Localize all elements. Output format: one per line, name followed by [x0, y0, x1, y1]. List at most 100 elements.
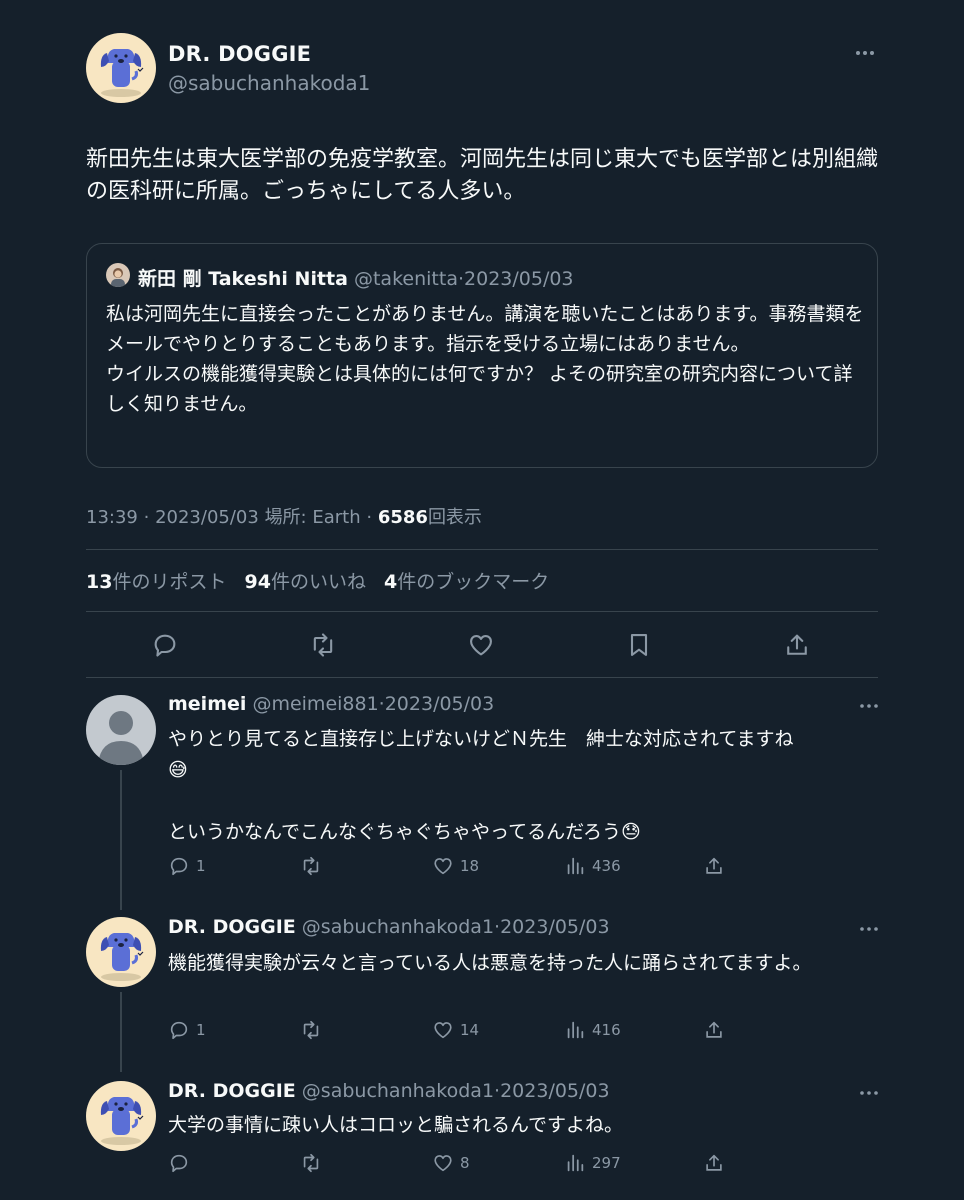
reply-text: 機能獲得実験が云々と言っている人は悪意を持った人に踊らされてますよ。	[168, 952, 812, 974]
reply-author-name[interactable]: DR. DOGGIE	[168, 1080, 296, 1102]
reply-button[interactable]: 1	[168, 855, 206, 877]
share-button[interactable]	[703, 855, 731, 877]
like-button[interactable]: 18	[432, 855, 479, 877]
likes-count: 94	[244, 571, 271, 593]
reply-date[interactable]: 2023/05/03	[500, 1080, 610, 1102]
reply-date[interactable]: 2023/05/03	[385, 693, 495, 715]
reply-header: DR. DOGGIE @sabuchanhakoda1·2023/05/03	[168, 916, 610, 938]
view-count: 297	[592, 1154, 621, 1172]
quoted-tweet-header: 新田 剛 Takeshi Nitta @takenitta·2023/05/03	[138, 264, 574, 291]
like-icon	[434, 1022, 452, 1039]
reply-author-handle[interactable]: @sabuchanhakoda1	[302, 1080, 494, 1102]
share-icon	[706, 1021, 722, 1038]
reply-avatar[interactable]	[86, 695, 156, 765]
bookmarks-stat[interactable]: 4件のブックマーク	[384, 571, 549, 593]
bookmark-icon[interactable]	[625, 631, 653, 659]
reply-icon[interactable]	[151, 631, 179, 659]
reply-author-handle[interactable]: @meimei881	[252, 693, 378, 715]
likes-stat[interactable]: 94件のいいね	[245, 571, 366, 593]
reposts-count: 13	[86, 571, 113, 593]
reply-header: DR. DOGGIE @sabuchanhakoda1·2023/05/03	[168, 1080, 610, 1102]
reply-date[interactable]: 2023/05/03	[500, 916, 610, 938]
reply-avatar[interactable]	[86, 1081, 156, 1151]
reply-author-handle[interactable]: @sabuchanhakoda1	[302, 916, 494, 938]
reply-author-name[interactable]: meimei	[168, 693, 246, 715]
like-icon	[434, 1155, 452, 1172]
thread-line	[120, 770, 122, 910]
separator-dot: ·	[143, 507, 150, 528]
bookmarks-count: 4	[384, 571, 398, 593]
view-count: 436	[592, 857, 621, 875]
reply-author-name[interactable]: DR. DOGGIE	[168, 916, 296, 938]
more-options-icon[interactable]	[855, 1083, 883, 1103]
view-count: 416	[592, 1021, 621, 1039]
repost-button[interactable]	[300, 1019, 328, 1041]
quoted-tweet-text: 私は河岡先生に直接会ったことがありません。講演を聴いたことはあります。事務書類を…	[106, 299, 866, 419]
quoted-author-name: 新田 剛 Takeshi Nitta	[138, 268, 348, 290]
reply-icon	[170, 857, 188, 876]
sweat-smile-emoji-icon: 😅	[168, 759, 188, 781]
repost-button[interactable]	[300, 855, 328, 877]
views-button[interactable]: 416	[564, 1019, 621, 1041]
default-user-icon	[98, 711, 144, 765]
reply-icon	[170, 1021, 188, 1040]
views-chart-icon	[567, 857, 584, 875]
reply-count: 1	[196, 857, 206, 875]
views-button[interactable]: 297	[564, 1152, 621, 1174]
like-button[interactable]: 8	[432, 1152, 470, 1174]
like-count: 8	[460, 1154, 470, 1172]
author-name[interactable]: DR. DOGGIE	[168, 42, 311, 66]
reply-text-line: やりとり見てると直接存じ上げないけどＮ先生 紳士な対応されてますね	[168, 728, 794, 750]
quoted-author-avatar	[106, 263, 130, 287]
repost-icon[interactable]	[309, 631, 337, 659]
share-button[interactable]	[703, 1152, 731, 1174]
author-avatar[interactable]	[86, 33, 156, 103]
share-button[interactable]	[703, 1019, 731, 1041]
repost-icon	[303, 856, 319, 876]
tweet-meta: 13:39 · 2023/05/03 場所: Earth · 6586回表示	[86, 503, 482, 529]
share-icon	[706, 1154, 722, 1171]
views-chart-icon	[567, 1021, 584, 1039]
reply-header: meimei @meimei881·2023/05/03	[168, 693, 494, 715]
like-icon[interactable]	[467, 631, 495, 659]
share-icon[interactable]	[783, 631, 811, 659]
views-button[interactable]: 436	[564, 855, 621, 877]
quoted-text-paragraph-2: ウイルスの機能獲得実験とは具体的には何ですか？ よその研究室の研究内容について詳…	[106, 363, 853, 415]
like-button[interactable]: 14	[432, 1019, 479, 1041]
divider	[86, 611, 878, 612]
quoted-text-paragraph-1: 私は河岡先生に直接会ったことがありません。講演を聴いたことはあります。事務書類を…	[106, 303, 864, 355]
reply-button[interactable]: 1	[168, 1019, 206, 1041]
tweet-date[interactable]: 2023/05/03	[155, 507, 259, 528]
quoted-tweet-date: 2023/05/03	[464, 268, 574, 290]
reposts-stat[interactable]: 13件のリポスト	[86, 571, 226, 593]
engagement-stats: 13件のリポスト 94件のいいね 4件のブックマーク	[86, 567, 549, 594]
reply-text: 大学の事情に疎い人はコロッと騙されるんですよね。	[168, 1114, 624, 1136]
like-icon	[434, 858, 452, 875]
reply-button[interactable]	[168, 1152, 196, 1174]
thread-line	[120, 992, 122, 1072]
reply-avatar[interactable]	[86, 917, 156, 987]
dog-avatar-icon	[100, 49, 144, 97]
repost-icon	[303, 1153, 319, 1173]
tweet-time[interactable]: 13:39	[86, 507, 138, 528]
like-count: 18	[460, 857, 480, 875]
repost-icon	[303, 1020, 319, 1040]
author-handle[interactable]: @sabuchanhakoda1	[168, 71, 370, 95]
reply-icon	[170, 1154, 188, 1173]
views-chart-icon	[567, 1154, 584, 1172]
like-count: 14	[460, 1021, 480, 1039]
tweet-location: 場所: Earth	[264, 507, 361, 528]
more-options-icon[interactable]	[855, 696, 883, 716]
more-options-icon[interactable]	[850, 41, 880, 65]
dog-avatar-icon	[100, 933, 144, 981]
quoted-author-handle: @takenitta	[353, 268, 458, 290]
more-options-icon[interactable]	[855, 919, 883, 939]
reply-text-line: というかなんでこんなぐちゃぐちゃやってるんだろう	[168, 821, 621, 843]
reply-text: やりとり見てると直接存じ上げないけどＮ先生 紳士な対応されてますね 😅 というか…	[168, 724, 868, 848]
repost-button[interactable]	[300, 1152, 328, 1174]
downcast-sweat-emoji-icon: 😓	[620, 821, 641, 843]
likes-label: 件のいいね	[270, 571, 366, 593]
tweet-text: 新田先生は東大医学部の免疫学教室。河岡先生は同じ東大でも医学部とは別組織の医科研…	[86, 147, 879, 204]
share-icon	[706, 857, 722, 874]
reply-count: 1	[196, 1021, 206, 1039]
